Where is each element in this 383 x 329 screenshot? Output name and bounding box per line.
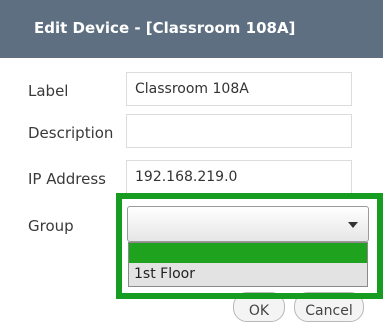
ip-address-input[interactable] (126, 160, 352, 194)
description-input[interactable] (126, 114, 352, 148)
ip-address-field-label: IP Address (28, 170, 106, 188)
edit-device-dialog: Edit Device - [Classroom 108A] Label Des… (0, 0, 383, 329)
cancel-button-label: Cancel (305, 303, 353, 319)
label-field-label: Label (28, 82, 69, 100)
dialog-titlebar: Edit Device - [Classroom 108A] (0, 0, 383, 58)
ok-button-label: OK (248, 303, 270, 319)
group-field-label: Group (28, 217, 74, 235)
description-field-label: Description (28, 124, 114, 142)
group-highlight-box (116, 193, 383, 299)
label-input[interactable] (126, 72, 352, 106)
dialog-title: Edit Device - [Classroom 108A] (34, 19, 296, 37)
